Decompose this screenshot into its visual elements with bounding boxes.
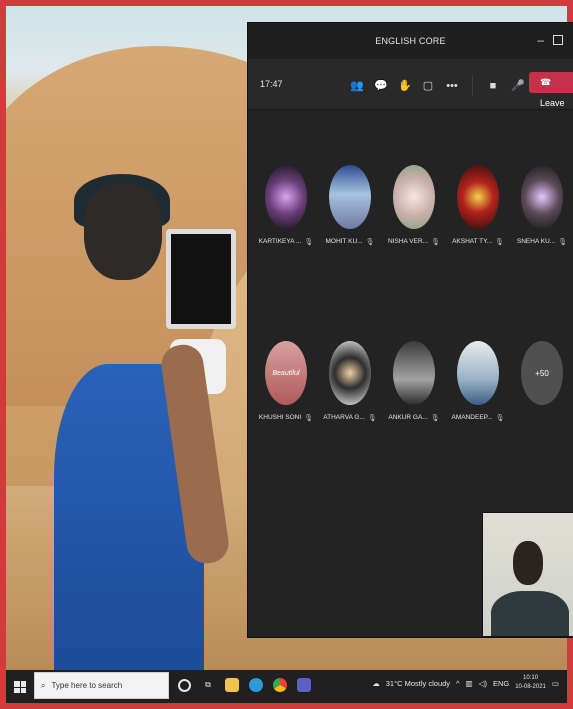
chrome-icon[interactable] <box>273 678 287 692</box>
avatar-text: Beautiful <box>272 369 300 377</box>
participant-tile[interactable]: SNEHA KU... 🎙 <box>510 165 573 246</box>
clock-time: 10:10 <box>523 675 539 681</box>
people-icon[interactable]: 👥 <box>350 80 364 92</box>
taskbar-pinned-apps: ⧉ <box>178 678 311 692</box>
maximize-button[interactable] <box>553 35 563 45</box>
chat-icon[interactable]: 💬 <box>374 80 388 92</box>
leave-label: Leave <box>540 98 565 108</box>
participant-tile[interactable]: KARTIKEYA ... 🎙 <box>254 165 318 246</box>
participant-tile[interactable]: ANKUR GA... 🎙 <box>382 341 446 422</box>
participant-avatar <box>329 165 371 229</box>
participant-name: AKSHAT TY... <box>452 238 493 245</box>
network-icon[interactable]: ▥ <box>466 679 473 688</box>
person-with-drone-controller <box>54 174 244 670</box>
clock-date: 10-08-2021 <box>515 684 546 690</box>
clock[interactable]: 10:10 10-08-2021 <box>515 674 546 692</box>
mic-muted-icon: 🎙 <box>365 239 375 246</box>
participant-avatar <box>393 165 435 229</box>
mic-muted-icon: 🎙 <box>304 415 314 422</box>
volume-icon[interactable]: ◁) <box>479 679 487 688</box>
mic-muted-icon: 🎙 <box>304 239 314 246</box>
chevron-up-icon[interactable]: ^ <box>456 679 460 688</box>
participant-name: KHUSHI SONI <box>258 414 302 421</box>
participant-tile[interactable]: ATHARVA G... 🎙 <box>318 341 382 422</box>
camera-icon[interactable]: ■ <box>487 80 499 92</box>
raise-hand-icon[interactable]: ✋ <box>398 80 412 92</box>
participant-name: KARTIKEYA ... <box>258 238 302 245</box>
file-explorer-icon[interactable] <box>225 678 239 692</box>
self-video-person <box>491 591 569 636</box>
toolbar-icons: 👥 💬 ✋ ▢ ••• ■ 🎤 ⊠ <box>350 76 547 96</box>
windows-taskbar: ⌕ Type here to search ⧉ ☁ 31°C Mostly cl… <box>6 670 567 703</box>
weather-text[interactable]: 31°C Mostly cloudy <box>386 679 450 688</box>
participant-overflow-tile[interactable]: +50 <box>510 341 573 405</box>
mic-muted-icon: 🎙 <box>431 239 440 246</box>
minimize-button[interactable]: – <box>537 33 544 47</box>
participant-avatar <box>457 341 499 405</box>
drone-controller-screen <box>166 229 236 329</box>
phone-icon: ☎ <box>540 77 552 87</box>
title-bar: ENGLISH CORE – <box>248 23 573 59</box>
meeting-duration: 17:47 <box>260 79 283 89</box>
search-icon: ⌕ <box>41 680 46 690</box>
self-video-head <box>513 541 543 585</box>
mic-muted-icon: 🎙 <box>558 239 568 246</box>
participant-tile[interactable]: MOHIT KU... 🎙 <box>318 165 382 246</box>
task-view-icon[interactable]: ⧉ <box>201 678 215 692</box>
mic-muted-icon: 🎙 <box>495 239 504 246</box>
start-button[interactable] <box>14 681 26 693</box>
leave-button[interactable]: ☎ Leave <box>529 72 573 108</box>
participant-name: MOHIT KU... <box>325 238 363 245</box>
cortana-icon[interactable] <box>178 678 191 692</box>
participant-tile[interactable]: NISHA VER... 🎙 <box>382 165 446 246</box>
more-icon[interactable]: ••• <box>446 80 458 92</box>
participant-avatar: Beautiful <box>265 341 307 405</box>
head <box>84 184 162 280</box>
participant-tile[interactable]: AKSHAT TY... 🎙 <box>446 165 510 246</box>
participant-avatar <box>265 165 307 229</box>
system-tray: ☁ 31°C Mostly cloudy ^ ▥ ◁) ENG 10:10 10… <box>372 674 559 692</box>
mic-muted-icon: 🎙 <box>430 415 440 422</box>
meeting-toolbar: 17:47 👥 💬 ✋ ▢ ••• ■ 🎤 ⊠ ☎ Leave <box>248 59 573 110</box>
search-placeholder: Type here to search <box>51 681 123 690</box>
participant-name: ATHARVA G... <box>323 414 365 421</box>
participant-name: NISHA VER... <box>388 238 429 245</box>
participant-name: SNEHA KU... <box>516 238 556 245</box>
rooms-icon[interactable]: ▢ <box>422 80 434 92</box>
toolbar-separator <box>472 76 473 96</box>
participant-tile[interactable]: AMANDEEP... 🎙 <box>446 341 510 422</box>
teams-icon[interactable] <box>297 678 311 692</box>
weather-icon: ☁ <box>372 678 380 688</box>
mic-icon[interactable]: 🎤 <box>511 80 525 92</box>
participant-avatar <box>393 341 435 405</box>
more-participants-count: +50 <box>521 341 563 405</box>
language-indicator[interactable]: ENG <box>493 679 509 688</box>
participant-name: AMANDEEP... <box>451 414 493 421</box>
mic-muted-icon: 🎙 <box>367 415 377 422</box>
mic-muted-icon: 🎙 <box>495 415 505 422</box>
participant-name: ANKUR GA... <box>388 414 428 421</box>
participant-tile[interactable]: Beautiful KHUSHI SONI 🎙 <box>254 341 318 422</box>
meeting-title: ENGLISH CORE <box>375 36 446 46</box>
edge-icon[interactable] <box>249 678 263 692</box>
taskbar-search-box[interactable]: ⌕ Type here to search <box>34 672 169 699</box>
participant-avatar <box>457 165 499 229</box>
self-video-preview <box>482 512 573 637</box>
participant-avatar <box>521 165 563 229</box>
participant-avatar <box>329 341 371 405</box>
notifications-icon[interactable]: ▭ <box>552 679 559 688</box>
